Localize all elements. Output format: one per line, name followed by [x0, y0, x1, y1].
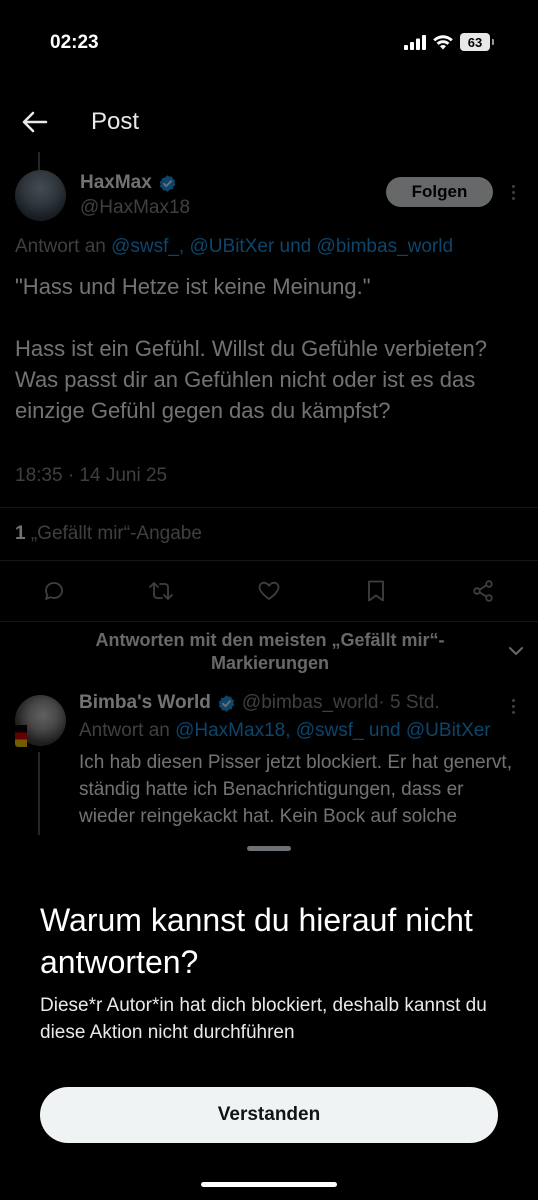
- signal-icon: [404, 34, 426, 50]
- chevron-down-icon[interactable]: [505, 640, 527, 662]
- share-icon: [473, 580, 493, 602]
- post-text: "Hass und Hetze ist keine Meinung." Hass…: [15, 271, 525, 426]
- like-button[interactable]: [254, 576, 284, 606]
- divider: [0, 621, 538, 622]
- bottom-sheet: Warum kannst du hierauf nicht antworten?…: [0, 835, 538, 1200]
- repost-icon: [149, 582, 173, 600]
- battery-icon: 63: [460, 33, 494, 51]
- post-action-bar: [0, 576, 538, 610]
- wifi-icon: [433, 35, 453, 50]
- sheet-body: Diese*r Autor*in hat dich blockiert, des…: [40, 995, 487, 1043]
- page-title: Post: [91, 108, 140, 135]
- author-name: HaxMax: [80, 172, 152, 193]
- post-timestamp: 18:35 · 14 Juni 25: [15, 465, 168, 486]
- reply-icon: [45, 582, 63, 600]
- status-time: 02:23: [50, 32, 99, 53]
- author-handle[interactable]: @HaxMax18: [80, 197, 190, 219]
- arrow-left-icon: [22, 111, 48, 133]
- reply-button[interactable]: [39, 576, 69, 606]
- sheet-drag-handle[interactable]: [247, 846, 291, 851]
- reply-author-handle[interactable]: @bimbas_world: [242, 692, 379, 714]
- top-app-bar: Post: [0, 96, 538, 148]
- reply-to-mentions[interactable]: @swsf_, @UBitXer und @bimbas_world: [111, 236, 453, 257]
- replies-sort-label[interactable]: Antworten mit den meisten „Gefällt mir“-…: [60, 629, 480, 675]
- reply-to-line: Antwort an @HaxMax18, @swsf_ und @UBitXe…: [79, 720, 491, 742]
- thread-line: [38, 152, 40, 170]
- reply-to-mentions[interactable]: @HaxMax18, @swsf_ und @UBitXer: [175, 720, 491, 741]
- likes-label: „Gefällt mir“-Angabe: [25, 523, 202, 544]
- divider: [0, 507, 538, 508]
- share-button[interactable]: [468, 576, 498, 606]
- divider: [0, 560, 538, 561]
- reply-to-line: Antwort an @swsf_, @UBitXer und @bimbas_…: [15, 236, 453, 258]
- reply-to-prefix: Antwort an: [79, 720, 176, 741]
- author-avatar[interactable]: [15, 170, 66, 221]
- likes-count-line[interactable]: 1 „Gefällt mir“-Angabe: [15, 523, 202, 545]
- follow-button[interactable]: Folgen: [386, 177, 493, 207]
- verified-badge-icon: [218, 694, 235, 712]
- home-indicator[interactable]: [201, 1182, 337, 1187]
- more-options-icon[interactable]: [505, 181, 521, 203]
- bookmark-icon: [368, 580, 384, 602]
- understood-button[interactable]: Verstanden: [40, 1087, 498, 1143]
- repost-button[interactable]: [146, 576, 176, 606]
- bookmark-button[interactable]: [361, 576, 391, 606]
- status-bar: 02:23 63: [0, 0, 538, 80]
- reply-author-name[interactable]: Bimba's World: [79, 692, 211, 714]
- reply-text: Ich hab diesen Pisser jetzt blockiert. E…: [79, 752, 512, 841]
- verified-badge-icon: [159, 174, 176, 192]
- status-icons: 63: [404, 33, 494, 51]
- flag-icon: [15, 725, 27, 747]
- author-name-row[interactable]: HaxMax: [80, 172, 177, 194]
- more-options-icon[interactable]: [505, 695, 521, 717]
- reply-time: · 5 Std.: [378, 692, 440, 713]
- like-icon: [258, 581, 280, 600]
- post-paragraph: "Hass und Hetze ist keine Meinung.": [15, 274, 371, 299]
- reply-header: Bimba's World @bimbas_world · 5 Std.: [79, 692, 440, 714]
- likes-count: 1: [15, 523, 26, 544]
- post-paragraph: Hass ist ein Gefühl. Willst du Gefühle v…: [15, 336, 488, 423]
- reply-to-prefix: Antwort an: [15, 236, 112, 257]
- thread-line: [38, 752, 40, 840]
- sheet-title: Warum kannst du hierauf nicht antworten?: [40, 902, 473, 980]
- back-button[interactable]: [20, 108, 50, 136]
